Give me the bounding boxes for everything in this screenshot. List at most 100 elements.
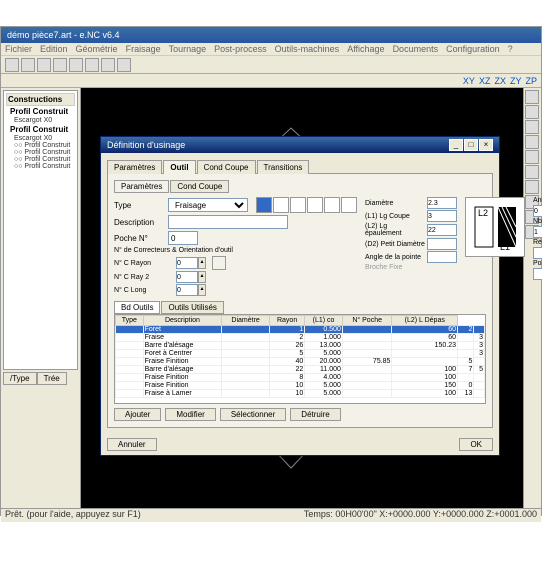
spin-up-icon[interactable]: ▴: [198, 284, 206, 296]
tab-cond-coupe[interactable]: Cond Coupe: [197, 160, 256, 174]
toolbar-button[interactable]: [21, 58, 35, 72]
nc-ray2-input[interactable]: [176, 271, 198, 283]
tooltype-icon[interactable]: [290, 197, 306, 213]
l1-input[interactable]: [427, 210, 457, 222]
angle-or-input[interactable]: [533, 205, 542, 217]
col-header[interactable]: Rayon: [269, 316, 304, 326]
tool-button[interactable]: [525, 180, 539, 194]
toolbar-button[interactable]: [37, 58, 51, 72]
col-header[interactable]: Diamètre: [222, 316, 270, 326]
menu-item[interactable]: Edition: [40, 44, 68, 54]
l2-input[interactable]: [427, 224, 457, 236]
table-row[interactable]: Foret à Centrer55.0003: [116, 350, 485, 358]
col-header[interactable]: N° Poche: [342, 316, 392, 326]
nb-dents-input[interactable]: [533, 226, 542, 238]
tab-type[interactable]: /Type: [3, 372, 37, 385]
poche-input[interactable]: [168, 231, 198, 245]
modifier-button[interactable]: Modifier: [165, 408, 215, 421]
col-header[interactable]: (L2) L Dépas: [392, 316, 458, 326]
orient-icon[interactable]: [212, 256, 226, 270]
tab-transitions[interactable]: Transitions: [257, 160, 310, 174]
table-row[interactable]: Fraise à Lamer105.00010013: [116, 390, 485, 398]
spin-up-icon[interactable]: ▴: [198, 271, 206, 283]
angle-input[interactable]: [427, 251, 457, 263]
menu-item[interactable]: Tournage: [169, 44, 207, 54]
app-titlebar[interactable]: démo pièce7.art - e.NC v6.4: [1, 27, 541, 43]
refr-input[interactable]: [533, 247, 542, 259]
toolbar-button[interactable]: [53, 58, 67, 72]
detruire-button[interactable]: Détruire: [290, 408, 340, 421]
tooltype-icon[interactable]: [256, 197, 272, 213]
toolbar-button[interactable]: [69, 58, 83, 72]
d2-input[interactable]: [427, 238, 457, 250]
tab-tree[interactable]: Trée: [37, 372, 67, 385]
ajouter-button[interactable]: Ajouter: [114, 408, 161, 421]
tree-item[interactable]: Profil Construit: [6, 124, 75, 135]
tree-subitem[interactable]: Escargot X0: [6, 117, 75, 124]
tool-button[interactable]: [525, 150, 539, 164]
tab-bd-outils[interactable]: Bd Outils: [114, 301, 160, 314]
menu-item[interactable]: ?: [508, 44, 513, 54]
subtab-cond[interactable]: Cond Coupe: [170, 180, 229, 193]
menu-item[interactable]: Fraisage: [126, 44, 161, 54]
tool-button[interactable]: [525, 165, 539, 179]
diametre-input[interactable]: [427, 197, 457, 209]
view-zy[interactable]: ZY: [510, 76, 522, 86]
close-button[interactable]: ×: [479, 139, 493, 151]
view-zp[interactable]: ZP: [525, 76, 537, 86]
menu-item[interactable]: Configuration: [446, 44, 500, 54]
description-input[interactable]: [168, 215, 288, 229]
tree-item[interactable]: Profil Construit: [6, 106, 75, 117]
tab-outils-utilises[interactable]: Outils Utilisés: [161, 301, 223, 314]
spin-up-icon[interactable]: ▴: [198, 257, 206, 269]
selectionner-button[interactable]: Sélectionner: [220, 408, 286, 421]
ok-button[interactable]: OK: [459, 438, 493, 451]
table-row[interactable]: Foret10.500602: [116, 326, 485, 334]
tooltype-icon[interactable]: [341, 197, 357, 213]
tool-button[interactable]: [525, 90, 539, 104]
tooltype-icon[interactable]: [307, 197, 323, 213]
annuler-button[interactable]: Annuler: [107, 438, 157, 451]
table-row[interactable]: Barre d'alésage2613.000150.233: [116, 342, 485, 350]
tools-table[interactable]: TypeDescriptionDiamètreRayon(L1) coN° Po…: [114, 314, 486, 404]
construction-tree[interactable]: Constructions Profil Construit Escargot …: [3, 90, 78, 370]
menu-item[interactable]: Documents: [393, 44, 439, 54]
tree-subitem[interactable]: Escargot X0: [6, 135, 75, 142]
table-row[interactable]: Fraise Finition84.000100: [116, 374, 485, 382]
maximize-button[interactable]: □: [464, 139, 478, 151]
tree-item[interactable]: ○○ Profil Construit: [6, 142, 75, 149]
view-zx[interactable]: ZX: [494, 76, 506, 86]
toolbar-button[interactable]: [85, 58, 99, 72]
tool-button[interactable]: [525, 105, 539, 119]
table-row[interactable]: Fraise Finition105.0001500: [116, 382, 485, 390]
tree-item[interactable]: ○○ Profil Construit: [6, 163, 75, 170]
table-row[interactable]: Fraise Finition4020.00075.855: [116, 358, 485, 366]
tooltype-icon[interactable]: [324, 197, 340, 213]
porte-input[interactable]: [533, 268, 542, 280]
dialog-titlebar[interactable]: Définition d'usinage _ □ ×: [101, 137, 499, 153]
menu-item[interactable]: Affichage: [347, 44, 384, 54]
tool-button[interactable]: [525, 120, 539, 134]
view-xz[interactable]: XZ: [479, 76, 491, 86]
menu-item[interactable]: Post-process: [214, 44, 267, 54]
menu-item[interactable]: Fichier: [5, 44, 32, 54]
view-xy[interactable]: XY: [463, 76, 475, 86]
tree-item[interactable]: ○○ Profil Construit: [6, 156, 75, 163]
type-select[interactable]: Fraisage: [168, 198, 248, 212]
tab-outil[interactable]: Outil: [163, 160, 195, 174]
tab-parametres[interactable]: Paramètres: [107, 160, 162, 174]
tree-item[interactable]: ○○ Profil Construit: [6, 149, 75, 156]
table-row[interactable]: Fraise21.000603: [116, 334, 485, 342]
toolbar-button[interactable]: [117, 58, 131, 72]
tooltype-icon[interactable]: [273, 197, 289, 213]
col-header[interactable]: Description: [143, 316, 222, 326]
toolbar-button[interactable]: [5, 58, 19, 72]
subtab-parametres[interactable]: Paramètres: [114, 180, 169, 193]
menu-item[interactable]: Outils-machines: [275, 44, 340, 54]
col-header[interactable]: Type: [116, 316, 144, 326]
nc-rayon-input[interactable]: [176, 257, 198, 269]
menu-item[interactable]: Géométrie: [76, 44, 118, 54]
toolbar-button[interactable]: [101, 58, 115, 72]
col-header[interactable]: (L1) co: [305, 316, 343, 326]
table-row[interactable]: Barre d'alésage2211.00010075: [116, 366, 485, 374]
